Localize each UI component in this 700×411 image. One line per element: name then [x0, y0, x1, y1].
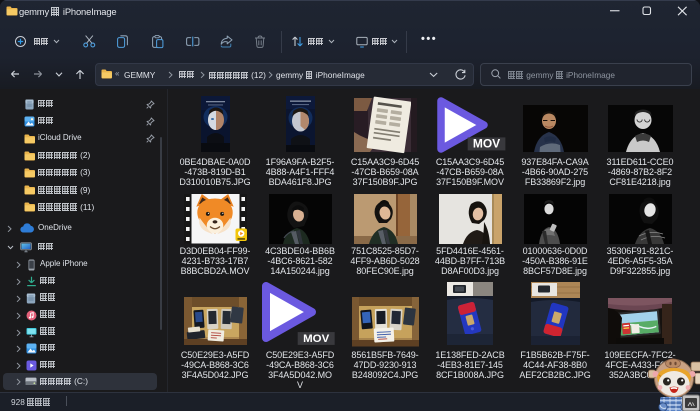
svg-text:MOV: MOV — [473, 137, 500, 151]
svg-text:MOV: MOV — [303, 333, 329, 345]
